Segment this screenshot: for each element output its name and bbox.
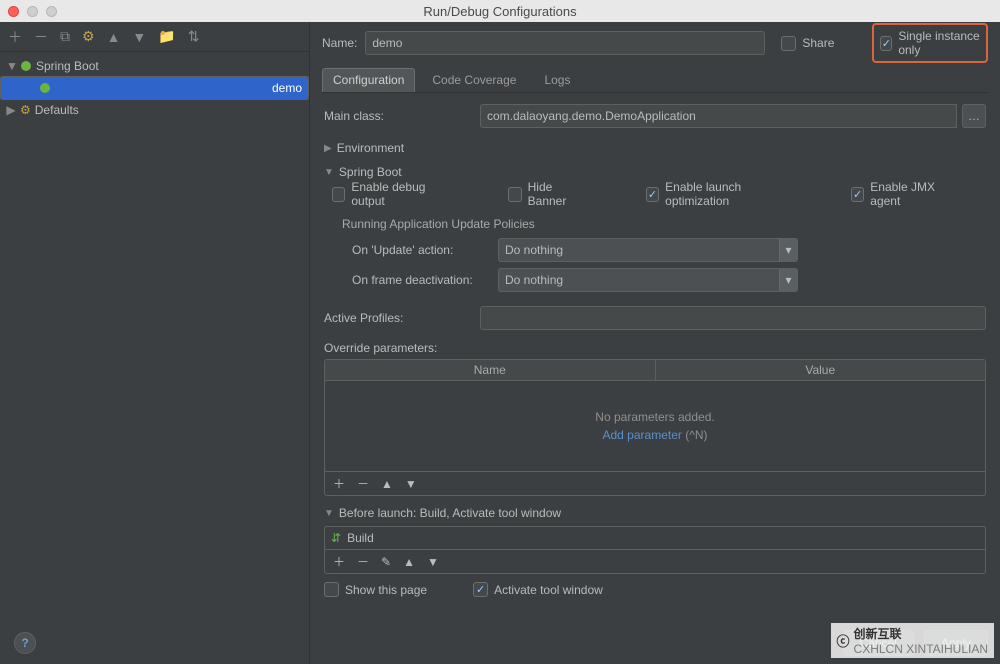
edit-task-icon[interactable]: ✎ bbox=[381, 555, 391, 569]
dropdown-icon: ▾ bbox=[779, 239, 797, 261]
share-checkbox[interactable] bbox=[781, 36, 796, 51]
single-instance-label: Single instance only bbox=[898, 29, 980, 57]
main-class-label: Main class: bbox=[324, 109, 474, 123]
on-frame-label: On frame deactivation: bbox=[352, 273, 492, 287]
spring-boot-section[interactable]: ▼ Spring Boot bbox=[324, 165, 986, 179]
collapse-icon[interactable]: ⇅ bbox=[188, 28, 200, 45]
active-profiles-label: Active Profiles: bbox=[324, 311, 474, 325]
watermark-brand: 创新互联 bbox=[854, 627, 902, 641]
expand-icon: ▼ bbox=[324, 508, 334, 519]
section-label: Before launch: Build, Activate tool wind… bbox=[339, 506, 561, 520]
tree-node-spring-boot[interactable]: ▼ Spring Boot bbox=[0, 56, 309, 76]
add-task-icon[interactable]: ＋ bbox=[333, 553, 345, 570]
override-label: Override parameters: bbox=[324, 341, 986, 355]
tree-label: Spring Boot bbox=[36, 59, 99, 73]
add-parameter-link[interactable]: Add parameter bbox=[602, 428, 681, 442]
row-down-icon[interactable]: ▼ bbox=[405, 477, 417, 491]
show-this-page-checkbox[interactable] bbox=[324, 582, 339, 597]
single-instance-highlight: Single instance only bbox=[872, 23, 988, 63]
config-tree: ▼ Spring Boot demo ▶ ⚙ Defaults bbox=[0, 52, 309, 664]
settings-icon[interactable]: ⚙ bbox=[82, 28, 95, 45]
tree-node-demo[interactable]: demo bbox=[0, 76, 309, 100]
expand-icon: ▼ bbox=[324, 167, 334, 178]
environment-section[interactable]: ▶ Environment bbox=[324, 141, 986, 155]
before-launch-item[interactable]: Build bbox=[347, 531, 374, 545]
build-icon: ⇵ bbox=[331, 531, 341, 545]
tab-logs[interactable]: Logs bbox=[533, 68, 581, 92]
name-input[interactable] bbox=[365, 31, 765, 55]
enable-launch-checkbox[interactable] bbox=[646, 187, 659, 202]
configurations-sidebar: ＋ － ⧉ ⚙ ▲ ▼ 📁 ⇅ ▼ Spring Boot demo ▶ ⚙ D… bbox=[0, 22, 310, 664]
folder-icon[interactable]: 📁 bbox=[158, 28, 175, 45]
on-frame-select[interactable]: Do nothing ▾ bbox=[498, 268, 798, 292]
on-update-select[interactable]: Do nothing ▾ bbox=[498, 238, 798, 262]
before-launch-list: ⇵ Build ＋ － ✎ ▲ ▼ bbox=[324, 526, 986, 574]
wrench-icon: ⚙ bbox=[20, 103, 31, 117]
empty-table-msg: No parameters added. bbox=[595, 410, 714, 424]
add-parameter-hint: (^N) bbox=[685, 428, 707, 442]
tree-node-defaults[interactable]: ▶ ⚙ Defaults bbox=[0, 100, 309, 120]
watermark-logo: ⓒ bbox=[837, 631, 850, 650]
config-tabs: Configuration Code Coverage Logs bbox=[322, 68, 988, 93]
collapse-icon: ▶ bbox=[324, 143, 332, 154]
window-titlebar: Run/Debug Configurations bbox=[0, 0, 1000, 22]
add-row-icon[interactable]: ＋ bbox=[333, 475, 345, 492]
help-button[interactable]: ? bbox=[14, 632, 36, 654]
main-class-input[interactable] bbox=[480, 104, 957, 128]
task-down-icon[interactable]: ▼ bbox=[427, 555, 439, 569]
remove-task-icon[interactable]: － bbox=[357, 553, 369, 570]
enable-debug-checkbox[interactable] bbox=[332, 187, 345, 202]
section-label: Spring Boot bbox=[339, 165, 402, 179]
enable-debug-label: Enable debug output bbox=[351, 180, 448, 208]
single-instance-checkbox[interactable] bbox=[880, 36, 892, 51]
dropdown-icon: ▾ bbox=[779, 269, 797, 291]
browse-class-button[interactable]: … bbox=[962, 104, 986, 128]
active-profiles-input[interactable] bbox=[480, 306, 986, 330]
expand-icon[interactable]: ▶ bbox=[6, 103, 16, 117]
enable-jmx-checkbox[interactable] bbox=[851, 187, 864, 202]
name-label: Name: bbox=[322, 36, 357, 50]
activate-tool-checkbox[interactable] bbox=[473, 582, 488, 597]
activate-tool-label: Activate tool window bbox=[494, 583, 603, 597]
hide-banner-checkbox[interactable] bbox=[508, 187, 521, 202]
spring-boot-icon bbox=[39, 82, 51, 94]
watermark-sub: CXHLCN XINTAIHULIAN bbox=[854, 642, 988, 656]
remove-row-icon[interactable]: － bbox=[357, 475, 369, 492]
tab-code-coverage[interactable]: Code Coverage bbox=[421, 68, 527, 92]
share-label: Share bbox=[802, 36, 834, 50]
enable-launch-label: Enable launch optimization bbox=[665, 180, 791, 208]
window-title: Run/Debug Configurations bbox=[0, 4, 1000, 19]
hide-banner-label: Hide Banner bbox=[528, 180, 586, 208]
show-this-page-label: Show this page bbox=[345, 583, 427, 597]
tree-label: demo bbox=[272, 81, 302, 95]
section-label: Environment bbox=[337, 141, 404, 155]
select-value: Do nothing bbox=[505, 273, 563, 287]
before-launch-section[interactable]: ▼ Before launch: Build, Activate tool wi… bbox=[324, 506, 986, 520]
down-icon[interactable]: ▼ bbox=[132, 29, 146, 45]
override-parameters-table: Name Value No parameters added. Add para… bbox=[324, 359, 986, 496]
expand-icon[interactable]: ▼ bbox=[6, 59, 16, 73]
copy-config-icon[interactable]: ⧉ bbox=[60, 28, 70, 45]
tree-label: Defaults bbox=[35, 103, 79, 117]
select-value: Do nothing bbox=[505, 243, 563, 257]
sidebar-toolbar: ＋ － ⧉ ⚙ ▲ ▼ 📁 ⇅ bbox=[0, 22, 309, 52]
watermark: ⓒ 创新互联 CXHLCN XINTAIHULIAN bbox=[831, 623, 994, 658]
remove-config-icon[interactable]: － bbox=[34, 27, 48, 47]
add-config-icon[interactable]: ＋ bbox=[8, 27, 22, 47]
policies-label: Running Application Update Policies bbox=[324, 209, 986, 235]
tab-configuration[interactable]: Configuration bbox=[322, 68, 415, 92]
task-up-icon[interactable]: ▲ bbox=[403, 555, 415, 569]
col-value: Value bbox=[656, 360, 986, 380]
spring-boot-icon bbox=[20, 60, 32, 72]
row-up-icon[interactable]: ▲ bbox=[381, 477, 393, 491]
col-name: Name bbox=[325, 360, 656, 380]
config-content: Name: Share Single instance only Configu… bbox=[310, 22, 1000, 664]
enable-jmx-label: Enable JMX agent bbox=[870, 180, 956, 208]
on-update-label: On 'Update' action: bbox=[352, 243, 492, 257]
up-icon[interactable]: ▲ bbox=[107, 29, 121, 45]
